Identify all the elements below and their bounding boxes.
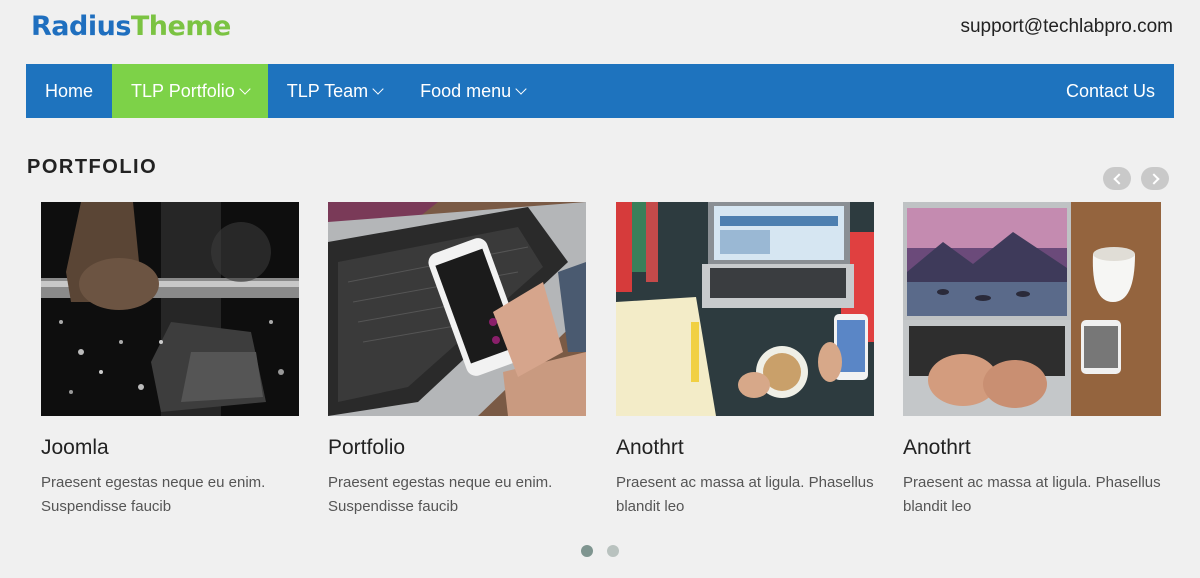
- nav-item-home[interactable]: Home: [26, 64, 112, 118]
- nav-item-label: TLP Portfolio: [131, 80, 235, 101]
- nav-item-label: Contact Us: [1065, 80, 1155, 101]
- carousel-pagination: [581, 545, 619, 557]
- card-description: Praesent ac massa at ligula. Phasellus b…: [616, 474, 874, 515]
- chevron-left-icon: [1113, 173, 1125, 185]
- chevron-down-icon: [372, 82, 384, 95]
- section-title: PORTFOLIO: [27, 156, 158, 178]
- support-email[interactable]: support@techlabpro.com: [960, 14, 1173, 40]
- chevron-right-icon: [1148, 173, 1160, 185]
- portfolio-carousel: Joomla Praesent egestas neque eu enim. S…: [41, 202, 1161, 522]
- logo[interactable]: RadiusTheme: [31, 10, 231, 44]
- card-description: Praesent ac massa at ligula. Phasellus b…: [903, 474, 1161, 515]
- card-title[interactable]: Portfolio: [328, 435, 586, 461]
- carousel-prev-button[interactable]: [1103, 167, 1131, 190]
- pagination-dot-1[interactable]: [581, 545, 593, 557]
- nav-item-label: Food menu: [420, 80, 512, 101]
- weightlifter-photo[interactable]: [41, 202, 299, 416]
- logo-text-theme: Theme: [130, 11, 231, 42]
- portfolio-card: Portfolio Praesent egestas neque eu enim…: [328, 202, 586, 519]
- carousel-next-button[interactable]: [1141, 167, 1169, 190]
- card-title[interactable]: Anothrt: [903, 435, 1161, 461]
- pagination-dot-2[interactable]: [607, 545, 619, 557]
- portfolio-card: Joomla Praesent egestas neque eu enim. S…: [41, 202, 299, 519]
- portfolio-card: Anothrt Praesent ac massa at ligula. Pha…: [903, 202, 1161, 519]
- card-title[interactable]: Anothrt: [616, 435, 874, 461]
- logo-text-radius: Radius: [31, 11, 131, 42]
- card-description: Praesent egestas neque eu enim. Suspendi…: [328, 474, 553, 515]
- card-description: Praesent egestas neque eu enim. Suspendi…: [41, 474, 266, 515]
- nav-item-label: Home: [45, 80, 94, 101]
- desk-laptop-coffee-photo[interactable]: [616, 202, 874, 416]
- card-title[interactable]: Joomla: [41, 435, 299, 461]
- portfolio-card: Anothrt Praesent ac massa at ligula. Pha…: [616, 202, 874, 519]
- laptop-typing-photo[interactable]: [903, 202, 1161, 416]
- nav-item-label: TLP Team: [286, 80, 369, 101]
- main-navbar: Home TLP Portfolio TLP Team Food menu Co…: [26, 64, 1174, 118]
- nav-item-food-menu[interactable]: Food menu: [401, 64, 544, 118]
- nav-item-tlp-team[interactable]: TLP Team: [268, 64, 401, 118]
- nav-item-contact-us[interactable]: Contact Us: [1047, 64, 1174, 118]
- chevron-down-icon: [515, 82, 527, 95]
- phone-laptop-photo[interactable]: [328, 202, 586, 416]
- chevron-down-icon: [239, 82, 251, 95]
- nav-item-tlp-portfolio[interactable]: TLP Portfolio: [112, 64, 268, 118]
